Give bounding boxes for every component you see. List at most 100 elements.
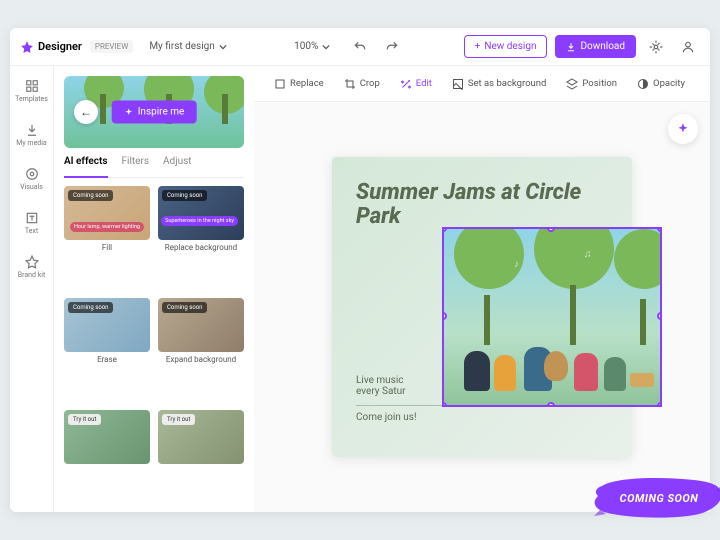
layers-icon: [566, 78, 578, 90]
redo-icon: [385, 40, 399, 54]
tab-ai-effects[interactable]: AI effects: [64, 156, 108, 178]
coming-soon-banner: COMING SOON: [594, 476, 720, 520]
card-thumbnail: Try it out: [64, 410, 150, 464]
poster-cta[interactable]: Come join us!: [356, 405, 476, 423]
try-it-badge: Try it out: [162, 414, 195, 425]
effect-card-fill[interactable]: Coming soon Hour lamp, warmer lighting F…: [64, 186, 150, 290]
image-icon: [452, 78, 464, 90]
new-design-button[interactable]: + New design: [464, 35, 548, 58]
redo-button[interactable]: [380, 35, 404, 59]
rail-label: Visuals: [20, 183, 43, 191]
card-thumbnail: Try it out: [158, 410, 244, 464]
inspire-me-button[interactable]: Inspire me: [112, 101, 197, 124]
ctx-set-background[interactable]: Set as background: [444, 74, 555, 94]
panel-tabs: AI effects Filters Adjust: [64, 156, 244, 178]
rail-brand-kit[interactable]: Brand kit: [10, 252, 53, 282]
user-icon: [681, 40, 695, 54]
visuals-icon: [25, 167, 39, 181]
replace-icon: [274, 78, 286, 90]
rail-templates[interactable]: Templates: [10, 76, 53, 106]
resize-handle-b[interactable]: [547, 402, 555, 407]
top-bar: Designer PREVIEW My first design 100% + …: [10, 28, 710, 66]
rail-label: Text: [25, 227, 38, 235]
account-button[interactable]: [676, 35, 700, 59]
effect-card-expand-bg[interactable]: Coming soon Expand background: [158, 298, 244, 402]
effect-card-extra-1[interactable]: Try it out: [64, 410, 150, 502]
sparkle-icon: [676, 122, 690, 136]
resize-handle-br[interactable]: [657, 402, 662, 407]
inspire-label: Inspire me: [138, 107, 185, 118]
prompt-pill: Superheroes in the night sky: [161, 216, 238, 226]
crop-icon: [344, 78, 356, 90]
undo-icon: [353, 40, 367, 54]
chevron-down-icon: [219, 43, 227, 51]
effect-card-replace-bg[interactable]: Coming soon Superheroes in the night sky…: [158, 186, 244, 290]
effect-card-extra-2[interactable]: Try it out: [158, 410, 244, 502]
chevron-down-icon: [322, 43, 330, 51]
resize-handle-bl[interactable]: [442, 402, 447, 407]
magic-wand-icon: [400, 78, 412, 90]
resize-handle-tr[interactable]: [657, 227, 662, 232]
side-rail: Templates My media Visuals Text Brand ki…: [10, 66, 54, 512]
new-design-label: New design: [484, 41, 536, 52]
coming-soon-badge: Coming soon: [162, 302, 207, 313]
resize-handle-tl[interactable]: [442, 227, 447, 232]
context-toolbar: Replace Crop Edit Set as background Posi…: [254, 66, 710, 102]
download-button[interactable]: Download: [555, 35, 636, 58]
design-name-dropdown[interactable]: My first design: [141, 37, 234, 56]
main-area: Templates My media Visuals Text Brand ki…: [10, 66, 710, 512]
text-icon: [25, 211, 39, 225]
ctx-label: Position: [582, 78, 617, 89]
banner-text: COMING SOON: [620, 492, 699, 505]
media-icon: [25, 123, 39, 137]
brand-kit-icon: [25, 255, 39, 269]
ai-fab-button[interactable]: [668, 114, 698, 144]
canvas-viewport[interactable]: Summer Jams at Circle Park Live musiceve…: [254, 102, 710, 512]
tab-filters[interactable]: Filters: [122, 156, 150, 171]
ctx-opacity[interactable]: Opacity: [629, 74, 693, 94]
gear-icon: [649, 40, 663, 54]
tab-adjust[interactable]: Adjust: [163, 156, 192, 171]
prompt-pill: Hour lamp, warmer lighting: [70, 222, 144, 232]
resize-handle-r[interactable]: [657, 312, 662, 320]
rail-my-media[interactable]: My media: [10, 120, 53, 150]
poster-subtitle[interactable]: Live musicevery Satur: [356, 375, 406, 397]
rail-visuals[interactable]: Visuals: [10, 164, 53, 194]
coming-soon-badge: Coming soon: [68, 302, 113, 313]
download-label: Download: [580, 41, 625, 52]
rail-label: My media: [16, 139, 46, 147]
settings-button[interactable]: [644, 35, 668, 59]
templates-icon: [25, 79, 39, 93]
app-logo[interactable]: Designer: [20, 40, 82, 54]
card-label: Expand background: [158, 355, 244, 364]
rail-label: Templates: [15, 95, 48, 103]
download-icon: [566, 42, 576, 52]
card-thumbnail: Coming soon: [158, 298, 244, 352]
effects-grid: Coming soon Hour lamp, warmer lighting F…: [64, 186, 244, 502]
undo-button[interactable]: [348, 35, 372, 59]
back-button[interactable]: ←: [74, 100, 98, 124]
canvas-area: Replace Crop Edit Set as background Posi…: [254, 66, 710, 512]
preview-badge: PREVIEW: [90, 40, 133, 53]
sparkle-icon: [124, 107, 134, 117]
ctx-crop[interactable]: Crop: [336, 74, 388, 94]
arrow-left-icon: ←: [80, 105, 92, 119]
ctx-edit[interactable]: Edit: [392, 74, 440, 94]
rail-text[interactable]: Text: [10, 208, 53, 238]
panel-preview-image: ← Inspire me: [64, 76, 244, 148]
ctx-position[interactable]: Position: [558, 74, 625, 94]
rail-label: Brand kit: [18, 271, 46, 279]
design-canvas[interactable]: Summer Jams at Circle Park Live musiceve…: [332, 157, 632, 457]
resize-handle-l[interactable]: [442, 312, 447, 320]
ctx-replace[interactable]: Replace: [266, 74, 332, 94]
plus-icon: +: [475, 41, 481, 52]
poster-title[interactable]: Summer Jams at Circle Park: [356, 181, 608, 229]
try-it-badge: Try it out: [68, 414, 101, 425]
effect-card-erase[interactable]: Coming soon Erase: [64, 298, 150, 402]
card-thumbnail: Coming soon Hour lamp, warmer lighting: [64, 186, 150, 240]
zoom-control[interactable]: 100%: [294, 41, 330, 52]
designer-logo-icon: [20, 40, 34, 54]
opacity-icon: [637, 78, 649, 90]
coming-soon-badge: Coming soon: [68, 190, 113, 201]
selected-image[interactable]: ♪♫: [442, 227, 662, 407]
